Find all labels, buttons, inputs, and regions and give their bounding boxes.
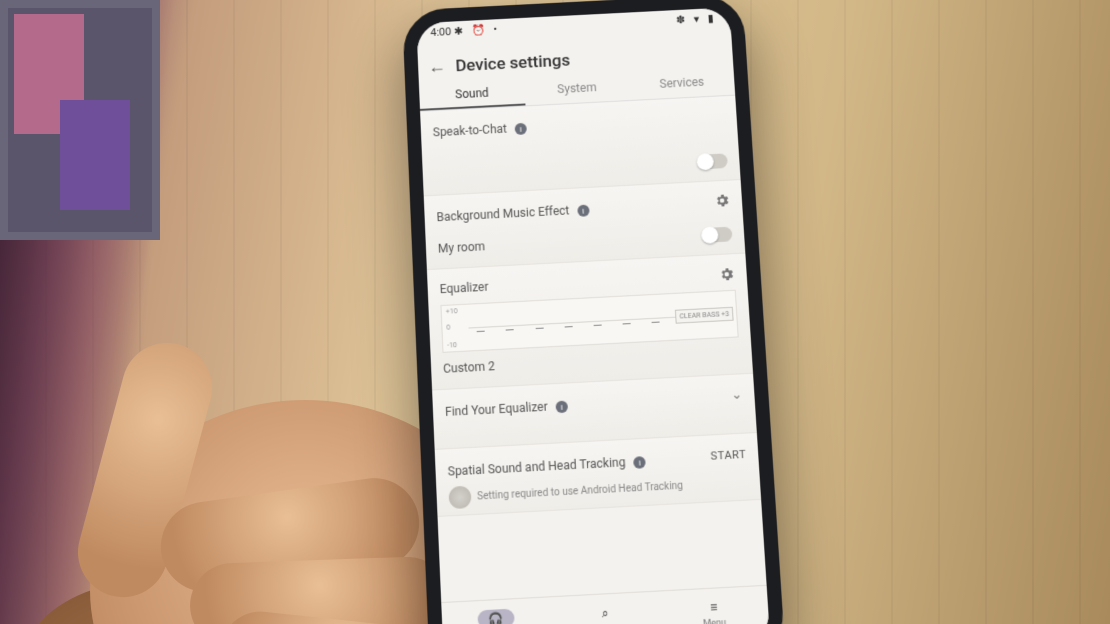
clear-bass-badge: CLEAR BASS +3	[675, 307, 734, 324]
bg-music-label: Background Music Effect	[436, 203, 569, 224]
card-speak-to-chat: Speak-to-Chat i	[420, 96, 741, 197]
status-right-icons: ✽ ▾ ▮	[676, 12, 718, 39]
phone-frame: 4:00 ✱ ⏰ • ✽ ▾ ▮ ← Device settings Sound…	[402, 0, 786, 624]
wall-art	[0, 0, 160, 240]
info-icon[interactable]: i	[555, 401, 568, 414]
gear-icon[interactable]	[714, 192, 731, 208]
tab-services[interactable]: Services	[629, 68, 736, 100]
my-room-toggle[interactable]	[702, 226, 733, 242]
discover-icon: ⌕	[601, 605, 609, 621]
nav-discover[interactable]: ⌕ Discover	[550, 592, 661, 624]
eq-scale-bot: -10	[447, 341, 457, 349]
tab-sound[interactable]: Sound	[419, 78, 525, 110]
nav-my-device[interactable]: 🎧 My Device	[441, 597, 552, 624]
nav-label: Menu	[703, 618, 727, 624]
spatial-sub-label: Setting required to use Android Head Tra…	[477, 480, 683, 502]
menu-icon: ≡	[710, 600, 718, 615]
my-room-label: My room	[438, 239, 486, 255]
equalizer-label: Equalizer	[439, 280, 488, 296]
spatial-start-button[interactable]: START	[710, 447, 746, 462]
tab-system[interactable]: System	[524, 73, 630, 105]
eq-scale-mid: 0	[446, 324, 450, 332]
info-icon[interactable]: i	[514, 123, 526, 135]
back-button[interactable]: ←	[428, 56, 447, 77]
eq-scale-top: +10	[446, 307, 458, 316]
find-eq-label: Find Your Equalizer	[445, 399, 548, 418]
spatial-label: Spatial Sound and Head Tracking	[447, 455, 625, 479]
info-icon[interactable]: i	[577, 205, 590, 217]
headphones-icon: 🎧	[488, 611, 504, 624]
eq-preset: Custom 2	[443, 359, 495, 376]
clock: 4:00	[430, 25, 451, 39]
head-tracking-icon	[448, 486, 471, 510]
speak-to-chat-label: Speak-to-Chat	[433, 121, 508, 138]
nav-menu[interactable]: ≡ Menu	[658, 586, 770, 624]
page-title: Device settings	[455, 51, 570, 76]
card-equalizer: Equalizer +10 0 -10	[427, 254, 753, 391]
info-icon[interactable]: i	[633, 456, 646, 469]
gear-icon[interactable]	[718, 266, 735, 283]
status-left-icons: ✱ ⏰ •	[454, 23, 501, 38]
chevron-down-icon: ⌄	[731, 387, 743, 403]
speak-to-chat-toggle[interactable]	[697, 153, 728, 169]
